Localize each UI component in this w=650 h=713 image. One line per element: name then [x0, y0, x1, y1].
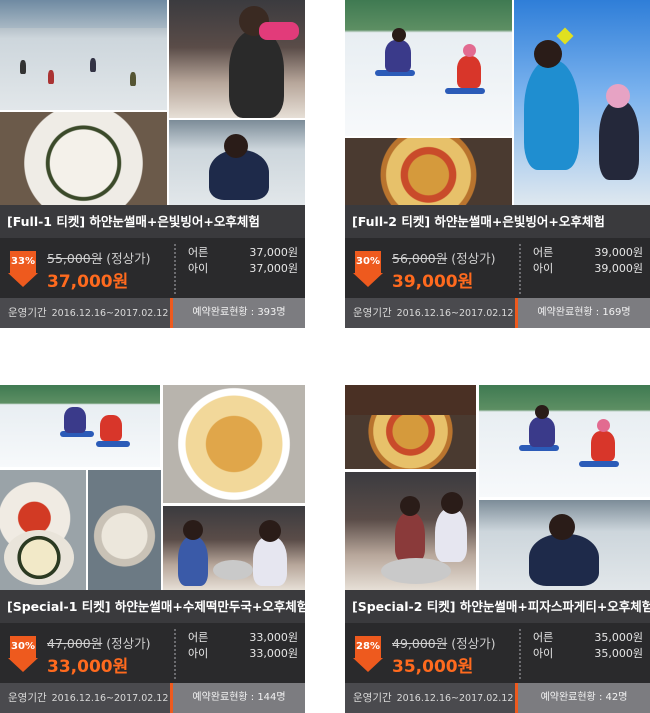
rate-list: 어른 33,000원 아이 33,000원	[188, 630, 298, 662]
card-footer: 운영기간 2016.12.16~2017.02.12 예약완료현황 : 393명	[0, 298, 305, 328]
reservation-status: 예약완료현황 : 169명	[518, 298, 650, 328]
rate-list: 어른 37,000원 아이 37,000원	[188, 245, 298, 277]
photo-eating-pizza	[345, 385, 476, 469]
reservation-status: 예약완료현황 : 393명	[173, 298, 305, 328]
ticket-card-full-1[interactable]: [Full-1 티켓] 하얀눈썰매+은빛빙어+오후체험 33% 55,000원 …	[0, 0, 305, 328]
photo-collage	[345, 385, 650, 590]
arrow-down-icon	[8, 273, 38, 287]
original-price: 47,000원 (정상가)	[47, 636, 151, 651]
sale-price: 35,000원	[392, 657, 474, 677]
operating-period: 운영기간 2016.12.16~2017.02.12	[0, 683, 170, 713]
discount-badge: 30%	[353, 251, 383, 289]
rate-row-child: 아이 35,000원	[533, 647, 643, 660]
rate-row-adult: 어른 39,000원	[533, 246, 643, 259]
operating-period: 운영기간 2016.12.16~2017.02.12	[345, 298, 515, 328]
photo-sledding	[345, 0, 512, 136]
card-footer: 운영기간 2016.12.16~2017.02.12 예약완료현황 : 42명	[345, 683, 650, 713]
original-price: 55,000원 (정상가)	[47, 251, 151, 266]
reservation-status: 예약완료현황 : 42명	[518, 683, 650, 713]
sale-price: 39,000원	[392, 272, 474, 292]
ticket-title: [Full-2 티켓] 하얀눈썰매+은빛빙어+오후체험	[345, 205, 650, 238]
dotted-divider	[174, 629, 176, 679]
photo-sledding	[0, 385, 160, 467]
photo-dumpling-soup	[0, 112, 167, 205]
ticket-title: [Full-1 티켓] 하얀눈썰매+은빛빙어+오후체험	[0, 205, 305, 238]
price-area: 30% 56,000원 (정상가) 39,000원 어른 39,000원 아이 39…	[345, 238, 650, 298]
price-area: 33% 55,000원 (정상가) 37,000원 어른 37,000원 아이 37…	[0, 238, 305, 298]
photo-sledding	[479, 385, 650, 497]
photo-collage	[0, 385, 305, 590]
dotted-divider	[174, 244, 176, 294]
ticket-card-full-2[interactable]: [Full-2 티켓] 하얀눈썰매+은빛빙어+오후체험 30% 56,000원 …	[345, 0, 650, 328]
rate-list: 어른 39,000원 아이 39,000원	[533, 245, 643, 277]
photo-boy-on-ice	[169, 120, 305, 205]
photo-collage	[345, 0, 650, 205]
photo-side-dishes	[0, 470, 86, 590]
photo-family-on-ice	[514, 0, 650, 205]
ticket-title: [Special-2 티켓] 하얀눈썰매+피자스파게티+오후체험	[345, 590, 650, 623]
discount-percent: 30%	[355, 251, 381, 273]
discount-percent: 28%	[355, 636, 381, 658]
photo-pizza	[345, 138, 512, 205]
photo-kids-making-dumplings	[163, 506, 305, 590]
discount-badge: 30%	[8, 636, 38, 674]
rate-row-adult: 어른 35,000원	[533, 631, 643, 644]
arrow-down-icon	[8, 658, 38, 672]
price-area: 30% 47,000원 (정상가) 33,000원 어른 33,000원 아이 33…	[0, 623, 305, 683]
rate-row-adult: 어른 37,000원	[188, 246, 298, 259]
photo-collage	[0, 0, 305, 205]
photo-ice-fishing-crowd	[0, 0, 167, 110]
arrow-down-icon	[353, 658, 383, 672]
reservation-status: 예약완료현황 : 144명	[173, 683, 305, 713]
photo-kids-making-dumplings	[345, 472, 476, 590]
price-area: 28% 49,000원 (정상가) 35,000원 어른 35,000원 아이 35…	[345, 623, 650, 683]
dotted-divider	[519, 244, 521, 294]
operating-period: 운영기간 2016.12.16~2017.02.12	[345, 683, 515, 713]
ticket-title: [Special-1 티켓] 하얀눈썰매+수제떡만두국+오후체험	[0, 590, 305, 623]
sale-price: 33,000원	[47, 657, 129, 677]
original-price: 56,000원 (정상가)	[392, 251, 496, 266]
rate-row-child: 아이 39,000원	[533, 262, 643, 275]
sale-price: 37,000원	[47, 272, 129, 292]
discount-badge: 28%	[353, 636, 383, 674]
photo-girl-fishing	[169, 0, 305, 118]
rate-row-child: 아이 37,000원	[188, 262, 298, 275]
photo-dumplings	[88, 470, 161, 590]
rate-row-adult: 어른 33,000원	[188, 631, 298, 644]
operating-period: 운영기간 2016.12.16~2017.02.12	[0, 298, 170, 328]
ticket-card-special-2[interactable]: [Special-2 티켓] 하얀눈썰매+피자스파게티+오후체험 28% 49,…	[345, 385, 650, 713]
card-footer: 운영기간 2016.12.16~2017.02.12 예약완료현황 : 169명	[345, 298, 650, 328]
photo-boy-on-ice	[479, 500, 650, 590]
card-footer: 운영기간 2016.12.16~2017.02.12 예약완료현황 : 144명	[0, 683, 305, 713]
dotted-divider	[519, 629, 521, 679]
discount-percent: 33%	[10, 251, 36, 273]
rate-list: 어른 35,000원 아이 35,000원	[533, 630, 643, 662]
ticket-card-special-1[interactable]: [Special-1 티켓] 하얀눈썰매+수제떡만두국+오후체험 30% 47,…	[0, 385, 305, 713]
discount-percent: 30%	[10, 636, 36, 658]
photo-tempura	[163, 385, 305, 503]
rate-row-child: 아이 33,000원	[188, 647, 298, 660]
arrow-down-icon	[353, 273, 383, 287]
original-price: 49,000원 (정상가)	[392, 636, 496, 651]
discount-badge: 33%	[8, 251, 38, 289]
